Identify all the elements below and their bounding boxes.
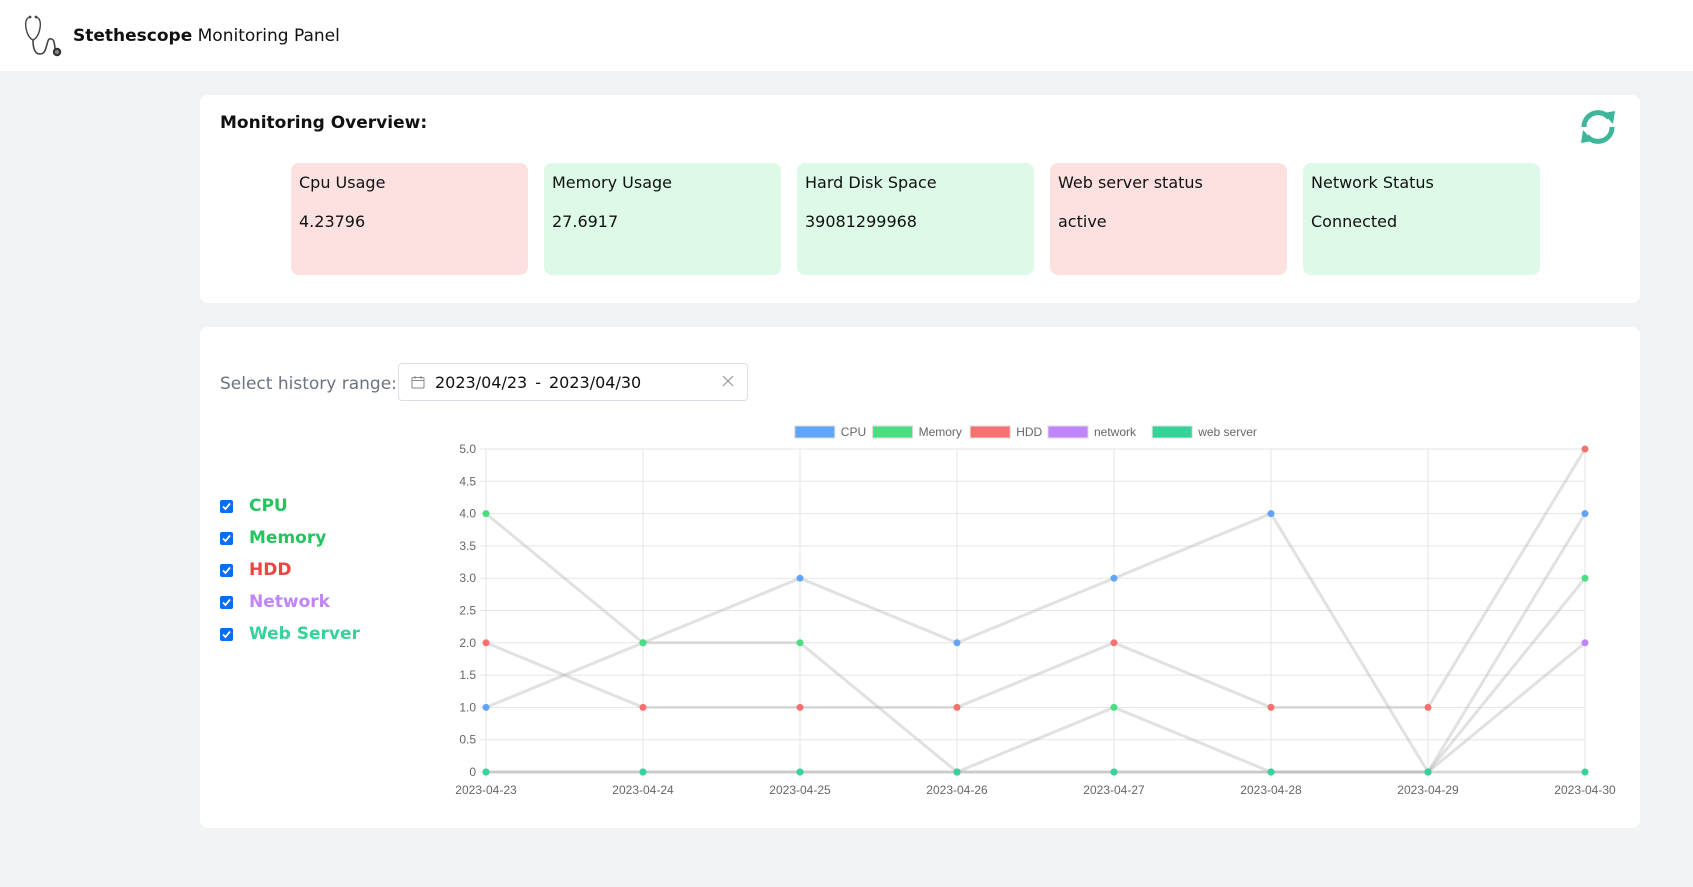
y-tick-label: 2.5 xyxy=(459,604,476,618)
data-point-hdd xyxy=(482,639,490,647)
card-value: active xyxy=(1058,212,1107,231)
card-value: Connected xyxy=(1311,212,1398,231)
data-point-hdd xyxy=(1267,703,1275,711)
legend-label: HDD xyxy=(1016,425,1042,439)
data-point-network xyxy=(1581,639,1589,647)
card-value: 27.6917 xyxy=(552,212,619,231)
legend-swatch xyxy=(1047,425,1089,439)
data-point-web-server xyxy=(482,768,490,776)
data-point-cpu xyxy=(1110,574,1118,582)
data-point-memory xyxy=(1581,574,1589,582)
card-title: Network Status xyxy=(1311,173,1434,192)
x-tick-label: 2023-04-27 xyxy=(1083,783,1145,797)
card-network-status: Network Status Connected xyxy=(1303,163,1540,275)
data-point-cpu xyxy=(796,574,804,582)
card-value: 39081299968 xyxy=(805,212,917,231)
card-title: Hard Disk Space xyxy=(805,173,937,192)
app-header: Stethescope Monitoring Panel xyxy=(0,0,1693,71)
brand-name: Stethescope xyxy=(73,25,193,46)
y-tick-label: 0.5 xyxy=(459,733,476,747)
y-tick-label: 4.5 xyxy=(459,474,476,488)
legend-label: network xyxy=(1094,425,1137,439)
data-point-web-server xyxy=(796,768,804,776)
x-tick-label: 2023-04-29 xyxy=(1397,783,1459,797)
data-point-memory xyxy=(796,639,804,647)
overview-title: Monitoring Overview: xyxy=(220,113,428,133)
legend-swatch xyxy=(794,425,836,439)
legend-swatch xyxy=(872,425,914,439)
card-hard-disk-space: Hard Disk Space 39081299968 xyxy=(797,163,1034,275)
x-tick-label: 2023-04-26 xyxy=(926,783,988,797)
data-point-web-server xyxy=(1581,768,1589,776)
data-point-memory xyxy=(639,639,647,647)
x-tick-label: 2023-04-24 xyxy=(612,783,674,797)
data-point-hdd xyxy=(1424,703,1432,711)
data-point-memory xyxy=(482,510,490,518)
x-tick-label: 2023-04-28 xyxy=(1240,783,1302,797)
card-web-server-status: Web server status active xyxy=(1050,163,1287,275)
data-point-web-server xyxy=(1267,768,1275,776)
x-tick-label: 2023-04-25 xyxy=(769,783,831,797)
data-point-memory xyxy=(1110,703,1118,711)
y-tick-label: 1.0 xyxy=(459,700,476,714)
y-tick-label: 1.5 xyxy=(459,668,476,682)
stethoscope-icon xyxy=(24,15,62,56)
data-point-hdd xyxy=(953,703,961,711)
data-point-cpu xyxy=(1267,510,1275,518)
card-cpu-usage: Cpu Usage 4.23796 xyxy=(291,163,528,275)
card-title: Memory Usage xyxy=(552,173,673,192)
legend-label: CPU xyxy=(841,425,866,439)
card-value: 4.23796 xyxy=(299,212,366,231)
x-tick-label: 2023-04-23 xyxy=(455,783,517,797)
data-point-hdd xyxy=(639,703,647,711)
refresh-icon[interactable] xyxy=(1576,105,1620,149)
data-point-hdd xyxy=(1581,445,1589,453)
data-point-web-server xyxy=(639,768,647,776)
data-point-cpu xyxy=(482,703,490,711)
brand-subtitle: Monitoring Panel xyxy=(192,25,340,46)
y-tick-label: 0 xyxy=(469,765,476,779)
legend-swatch xyxy=(969,425,1011,439)
card-memory-usage: Memory Usage 27.6917 xyxy=(544,163,781,275)
status-cards: Cpu Usage 4.23796 Memory Usage 27.6917 H… xyxy=(291,163,1540,275)
data-point-hdd xyxy=(1110,639,1118,647)
x-tick-label: 2023-04-30 xyxy=(1554,783,1616,797)
data-point-web-server xyxy=(1424,768,1432,776)
y-tick-label: 5.0 xyxy=(459,442,476,456)
data-point-hdd xyxy=(796,703,804,711)
data-point-cpu xyxy=(1581,510,1589,518)
legend-label: web server xyxy=(1197,425,1257,439)
history-panel: Select history range: 2023/04/23 - 2023/… xyxy=(200,327,1640,828)
overview-panel: Monitoring Overview: Cpu Usage 4.23796 M… xyxy=(200,95,1640,303)
y-tick-label: 2.0 xyxy=(459,636,476,650)
card-title: Cpu Usage xyxy=(299,173,386,192)
data-point-cpu xyxy=(953,639,961,647)
y-tick-label: 3.0 xyxy=(459,571,476,585)
legend-swatch xyxy=(1151,425,1193,439)
data-point-web-server xyxy=(953,768,961,776)
y-tick-label: 4.0 xyxy=(459,507,476,521)
history-line-chart: 0 0.5 1.0 1.5 2.0 2.5 3.0 3.5 4.0 4.5 5.0 2023-04-2… xyxy=(455,425,1616,797)
app-title: Stethescope Monitoring Panel xyxy=(73,26,340,46)
data-point-web-server xyxy=(1110,768,1118,776)
y-tick-label: 3.5 xyxy=(459,539,476,553)
legend-label: Memory xyxy=(919,425,962,439)
card-title: Web server status xyxy=(1058,173,1203,192)
